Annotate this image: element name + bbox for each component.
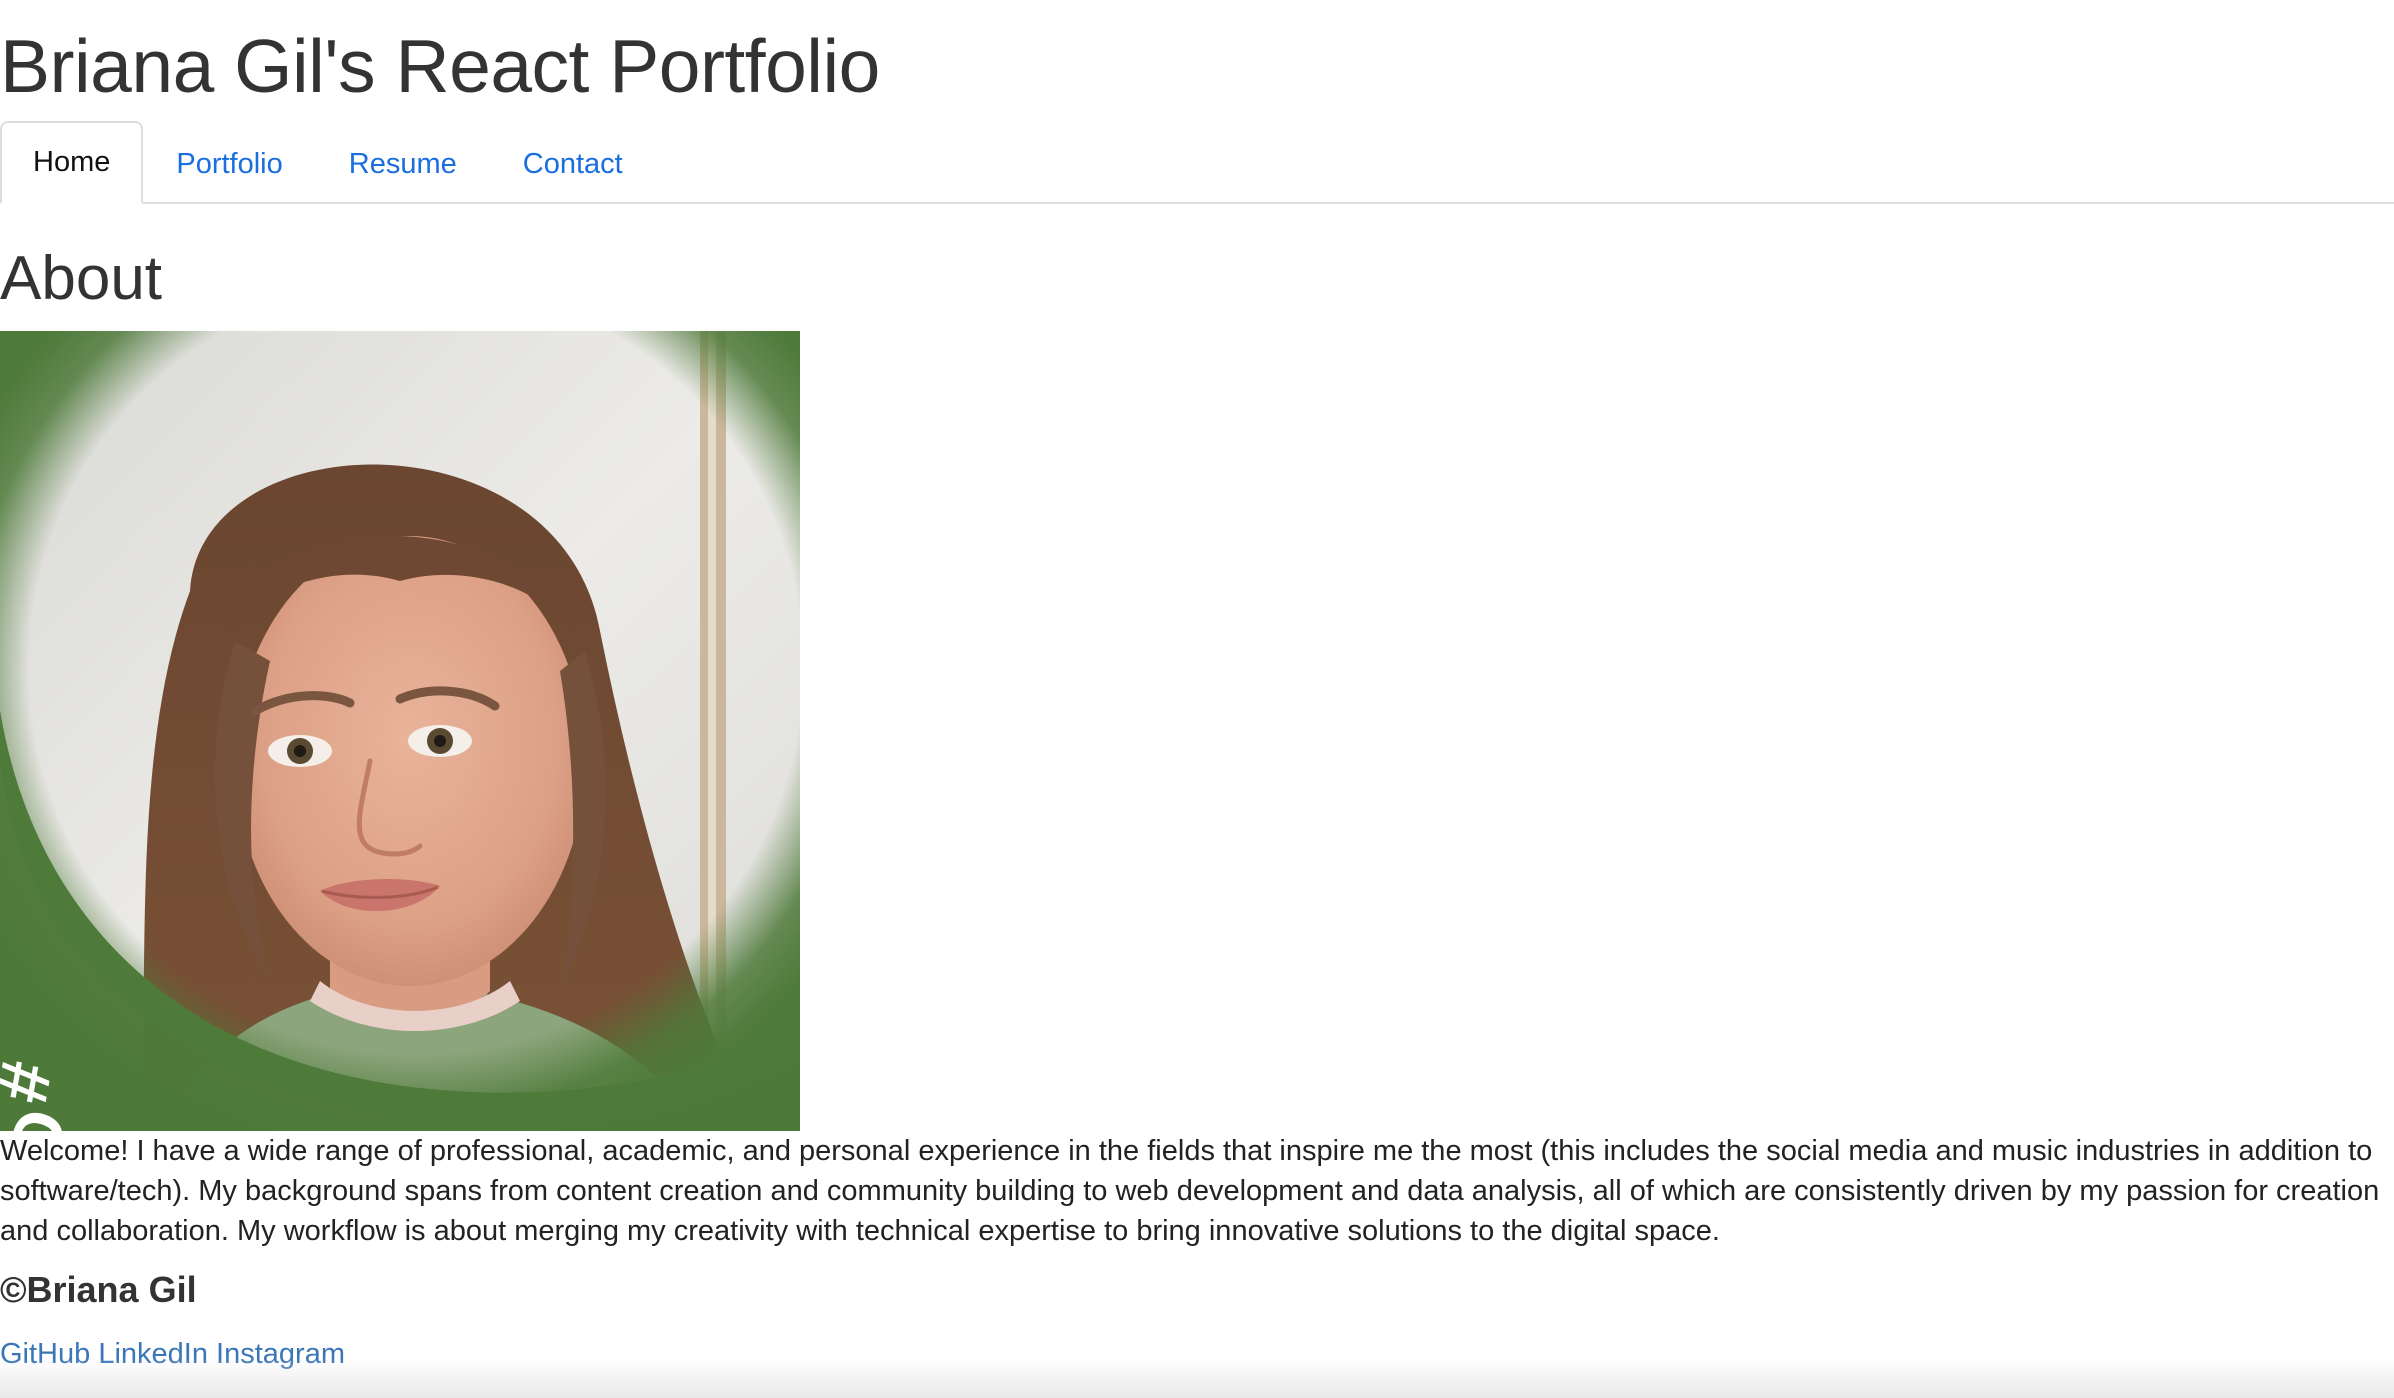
github-link[interactable]: GitHub (0, 1338, 90, 1370)
social-links: GitHub LinkedIn Instagram (0, 1334, 345, 1374)
page: Briana Gil's React Portfolio Home Portfo… (0, 0, 2394, 1398)
tab-home[interactable]: Home (0, 121, 144, 204)
site-title: Briana Gil's React Portfolio (0, 24, 880, 108)
about-text: Welcome! I have a wide range of professi… (0, 1135, 2380, 1247)
copyright: ©Briana Gil (0, 1269, 197, 1310)
tab-resume[interactable]: Resume (316, 123, 490, 204)
nav-tabs: Home Portfolio Resume Contact (0, 121, 2394, 204)
linkedin-link[interactable]: LinkedIn (98, 1338, 208, 1370)
tab-portfolio[interactable]: Portfolio (143, 123, 315, 204)
about-heading: About (0, 244, 163, 313)
profile-photo: # O P E N T O W O R K (0, 331, 800, 1131)
instagram-link[interactable]: Instagram (216, 1338, 345, 1370)
tab-contact[interactable]: Contact (490, 123, 656, 204)
bottom-fade (0, 1358, 2394, 1398)
